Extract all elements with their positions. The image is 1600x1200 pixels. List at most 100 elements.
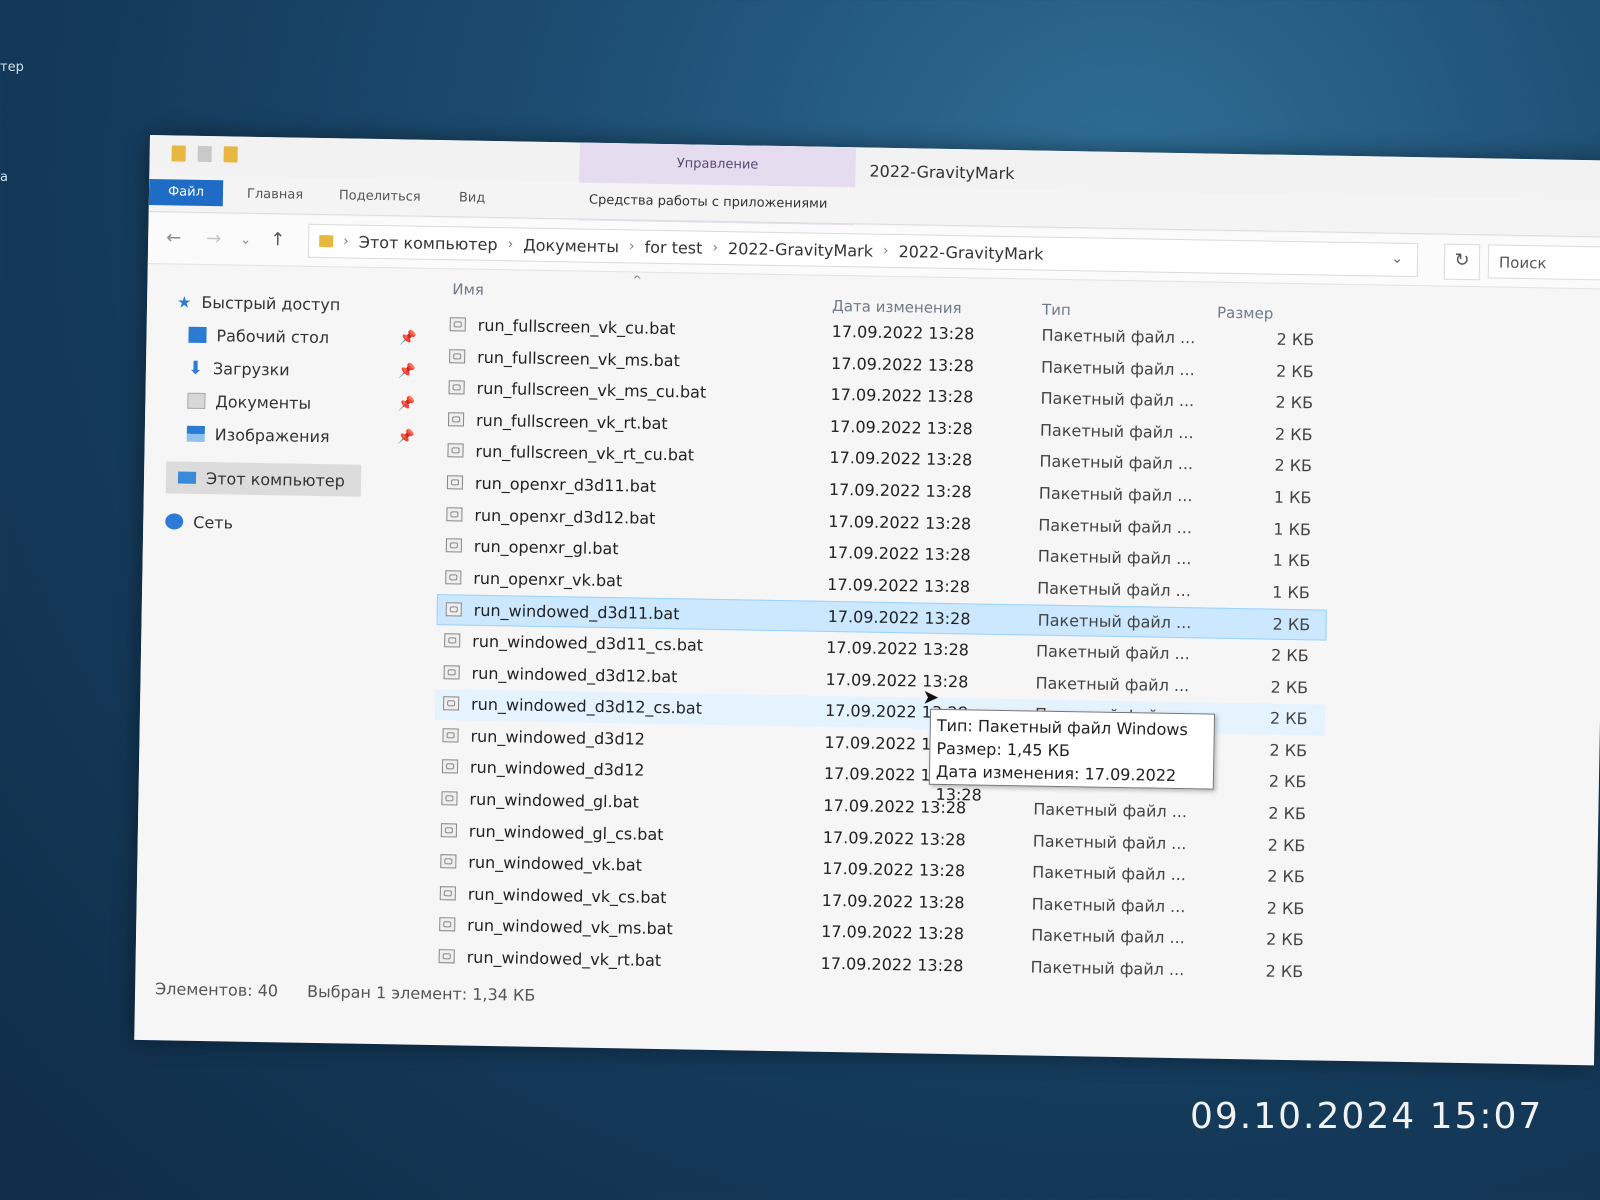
file-size: 2 КБ bbox=[1268, 772, 1307, 792]
bat-file-icon bbox=[444, 633, 461, 648]
forward-arrow-icon[interactable]: → bbox=[206, 228, 221, 249]
file-size: 2 КБ bbox=[1269, 740, 1308, 761]
file-date: 17.09.2022 13:28 bbox=[829, 416, 973, 439]
file-date: 17.09.2022 13:28 bbox=[829, 448, 973, 470]
file-type: Пакетный файл ... bbox=[1032, 831, 1187, 853]
file-tooltip: Тип: Пакетный файл Windows Размер: 1,45 … bbox=[928, 708, 1216, 805]
file-name: run_fullscreen_vk_cu.bat bbox=[477, 315, 676, 339]
chevron-right-icon[interactable]: › bbox=[883, 243, 889, 259]
column-header-date[interactable]: Дата изменения bbox=[832, 297, 962, 317]
bat-file-icon bbox=[446, 506, 463, 522]
file-date: 17.09.2022 13:28 bbox=[821, 890, 965, 913]
properties-icon[interactable] bbox=[197, 145, 212, 163]
file-type: Пакетный файл ... bbox=[1039, 420, 1194, 443]
sidebar-item-documents[interactable]: Документы 📌 bbox=[187, 385, 416, 421]
pin-icon[interactable]: 📌 bbox=[399, 330, 417, 346]
file-name: run_fullscreen_vk_rt.bat bbox=[475, 410, 668, 433]
breadcrumb-item[interactable]: 2022-GravityMark bbox=[728, 239, 873, 261]
pin-icon[interactable]: 📌 bbox=[398, 363, 416, 379]
file-name: run_windowed_vk_cs.bat bbox=[467, 884, 667, 907]
bat-file-icon bbox=[442, 727, 459, 743]
desktop-icon bbox=[188, 326, 207, 344]
file-name: run_windowed_d3d12 bbox=[469, 758, 645, 781]
file-date: 17.09.2022 13:28 bbox=[825, 669, 969, 691]
folder-icon[interactable] bbox=[171, 145, 186, 162]
computer-icon bbox=[177, 471, 197, 484]
bat-file-icon bbox=[445, 570, 462, 585]
tooltip-date: Дата изменения: 17.09.2022 13:28 bbox=[935, 761, 1177, 805]
new-folder-icon[interactable] bbox=[223, 146, 238, 163]
file-type: Пакетный файл ... bbox=[1040, 388, 1195, 411]
pictures-icon bbox=[186, 425, 205, 443]
bat-file-icon bbox=[443, 664, 460, 680]
file-type: Пакетный файл ... bbox=[1032, 862, 1187, 885]
pin-icon[interactable]: 📌 bbox=[398, 396, 416, 412]
folder-icon bbox=[319, 234, 334, 248]
file-name: run_windowed_vk_rt.bat bbox=[466, 947, 662, 971]
refresh-icon[interactable]: ↻ bbox=[1443, 243, 1481, 281]
search-input[interactable]: Поиск bbox=[1487, 244, 1600, 281]
chevron-down-icon[interactable]: ⌄ bbox=[1391, 251, 1403, 267]
sidebar-item-downloads[interactable]: ⬇ Загрузки 📌 bbox=[188, 352, 417, 388]
column-header-type[interactable]: Тип bbox=[1042, 301, 1071, 319]
star-icon: ★ bbox=[176, 291, 192, 312]
breadcrumb[interactable]: › Этот компьютер › Документы › for test … bbox=[307, 223, 1419, 278]
manage-tab-label: Управление bbox=[676, 156, 759, 173]
tab-file[interactable]: Файл bbox=[148, 178, 224, 207]
sidebar-item-network[interactable]: Сеть bbox=[165, 505, 361, 540]
chevron-right-icon[interactable]: › bbox=[629, 238, 635, 254]
file-size: 2 КБ bbox=[1265, 929, 1304, 950]
chevron-right-icon[interactable]: › bbox=[508, 236, 514, 252]
desktop-label: тер bbox=[0, 60, 24, 75]
sort-ascending-icon[interactable]: ^ bbox=[632, 273, 641, 286]
bat-file-icon bbox=[448, 380, 465, 395]
navigation-pane: ★ Быстрый доступ Рабочий стол 📌 ⬇ Загруз… bbox=[135, 264, 428, 980]
file-size: 2 КБ bbox=[1275, 392, 1314, 413]
file-type: Пакетный файл ... bbox=[1030, 957, 1185, 980]
file-date: 17.09.2022 13:28 bbox=[822, 827, 966, 849]
bat-file-icon bbox=[445, 602, 462, 617]
pin-icon[interactable]: 📌 bbox=[397, 429, 415, 445]
file-size: 1 КБ bbox=[1273, 519, 1312, 539]
file-date: 17.09.2022 13:28 bbox=[830, 385, 974, 407]
column-header-size[interactable]: Размер bbox=[1217, 304, 1274, 323]
quick-access-toolbar bbox=[171, 145, 238, 163]
tab-share[interactable]: Поделиться bbox=[339, 188, 421, 204]
file-size: 2 КБ bbox=[1274, 424, 1313, 445]
file-date: 17.09.2022 13:28 bbox=[828, 511, 972, 533]
desktop-label: а bbox=[0, 170, 8, 185]
up-arrow-icon[interactable]: ↑ bbox=[270, 229, 285, 250]
network-icon bbox=[165, 513, 184, 530]
tab-view[interactable]: Вид bbox=[459, 190, 486, 205]
tab-home[interactable]: Главная bbox=[247, 187, 303, 203]
mouse-cursor-icon: ➤ bbox=[922, 684, 940, 709]
sidebar-item-desktop[interactable]: Рабочий стол 📌 bbox=[188, 319, 417, 355]
file-date: 17.09.2022 13:28 bbox=[827, 574, 971, 597]
file-date: 17.09.2022 13:28 bbox=[827, 543, 971, 565]
bat-file-icon bbox=[441, 791, 458, 806]
breadcrumb-item[interactable]: Этот компьютер bbox=[359, 232, 498, 253]
file-name: run_openxr_vk.bat bbox=[473, 568, 623, 591]
file-type: Пакетный файл ... bbox=[1030, 925, 1186, 948]
bat-file-icon bbox=[446, 475, 464, 490]
sidebar-item-label: Этот компьютер bbox=[205, 468, 346, 490]
chevron-right-icon[interactable]: › bbox=[712, 240, 718, 256]
breadcrumb-item[interactable]: for test bbox=[644, 237, 702, 257]
file-size: 1 КБ bbox=[1272, 550, 1311, 571]
file-type: Пакетный файл ... bbox=[1037, 546, 1192, 569]
breadcrumb-item[interactable]: 2022-GravityMark bbox=[898, 242, 1043, 264]
file-list: ^ Имя Дата изменения Тип Размер run_full… bbox=[430, 270, 1442, 1007]
file-size: 1 КБ bbox=[1272, 582, 1310, 603]
back-arrow-icon[interactable]: ← bbox=[166, 227, 181, 248]
file-name: run_windowed_gl.bat bbox=[469, 789, 640, 812]
file-size: 2 КБ bbox=[1269, 708, 1308, 729]
sidebar-item-quick-access[interactable]: ★ Быстрый доступ bbox=[177, 286, 448, 323]
column-header-name[interactable]: Имя bbox=[452, 280, 484, 299]
breadcrumb-item[interactable]: Документы bbox=[523, 235, 619, 256]
chevron-down-icon[interactable]: ⌄ bbox=[240, 233, 251, 248]
bat-file-icon bbox=[443, 696, 460, 711]
sidebar-item-this-pc[interactable]: Этот компьютер bbox=[165, 461, 362, 497]
tab-app-tools[interactable]: Средства работы с приложениями bbox=[589, 193, 828, 212]
sidebar-item-pictures[interactable]: Изображения 📌 bbox=[186, 418, 416, 454]
chevron-right-icon[interactable]: › bbox=[343, 233, 349, 249]
